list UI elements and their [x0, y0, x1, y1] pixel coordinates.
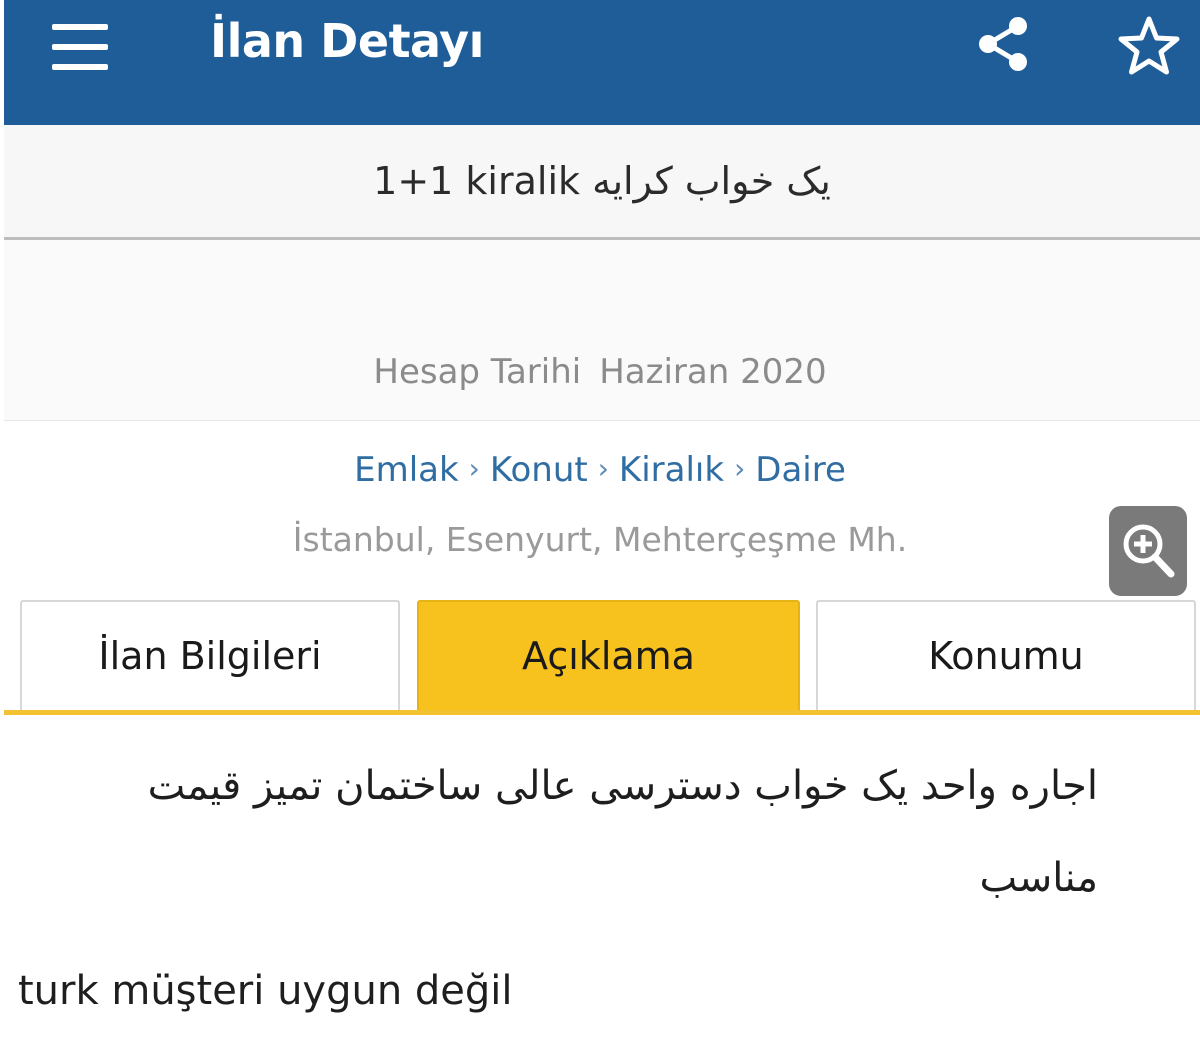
share-icon[interactable]	[974, 14, 1034, 74]
tab-ilan-bilgileri[interactable]: İlan Bilgileri	[20, 600, 400, 710]
description-text: اجاره واحد یک خواب دسترسی عالی ساختمان ت…	[147, 763, 1098, 901]
zoom-in-button[interactable]	[1109, 506, 1187, 596]
breadcrumb: Emlak › Konut › Kiralık › Daire	[0, 450, 1200, 490]
listing-location: İstanbul, Esenyurt, Mehterçeşme Mh.	[292, 520, 908, 559]
account-date-value: Haziran 2020	[599, 352, 827, 392]
tab-bar: İlan Bilgileri Açıklama Konumu	[0, 600, 1200, 714]
tab-aciklama[interactable]: Açıklama	[417, 600, 800, 710]
breadcrumb-separator: ›	[734, 452, 746, 485]
account-date-label: Hesap Tarihi	[373, 352, 582, 392]
app-bar: İlan Detayı	[4, 0, 1200, 125]
breadcrumb-kiralik[interactable]: Kiralık	[619, 450, 724, 490]
page-title: İlan Detayı	[210, 14, 484, 68]
listing-title: 1+1 kiralik یک خواب کرایه	[373, 159, 831, 203]
breadcrumb-konut[interactable]: Konut	[490, 450, 588, 490]
zoom-in-icon	[1123, 524, 1175, 578]
tab-konumu[interactable]: Konumu	[816, 600, 1196, 710]
hamburger-menu-icon[interactable]	[48, 22, 112, 74]
star-outline-icon[interactable]	[1116, 14, 1182, 80]
breadcrumb-daire[interactable]: Daire	[755, 450, 846, 490]
breadcrumb-emlak[interactable]: Emlak	[354, 450, 459, 490]
listing-title-bar: 1+1 kiralik یک خواب کرایه	[4, 125, 1200, 240]
breadcrumb-separator: ›	[597, 452, 609, 485]
tab-underline	[4, 710, 1200, 715]
listing-meta-area	[4, 240, 1200, 421]
account-date: Hesap Tarihi Haziran 2020	[0, 352, 1200, 392]
breadcrumb-separator: ›	[468, 452, 480, 485]
description-note: turk müşteri uygun değil	[18, 968, 513, 1014]
